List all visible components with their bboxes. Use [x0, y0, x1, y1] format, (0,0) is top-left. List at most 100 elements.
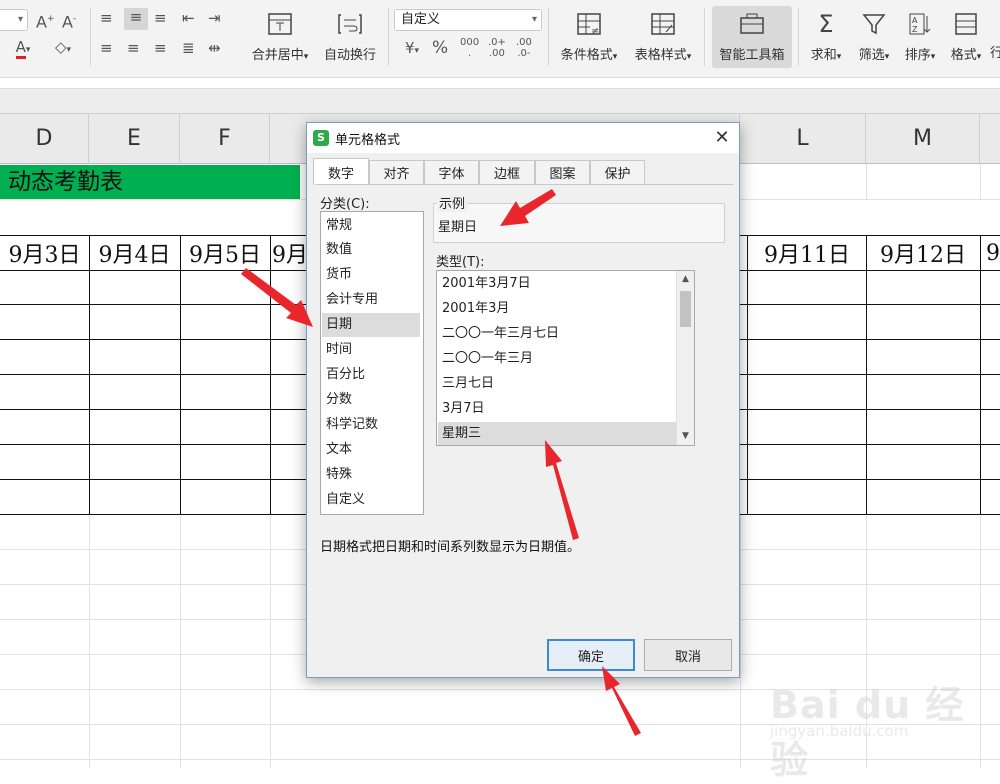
smart-toolbox-label: 智能工具箱	[719, 48, 785, 63]
font-color-icon[interactable]: A▾	[8, 38, 38, 59]
list-item[interactable]: 特殊	[322, 463, 420, 487]
font-size-combo[interactable]: ▾	[0, 9, 28, 31]
gridline	[980, 164, 981, 199]
table-style-label: 表格样式	[634, 48, 687, 63]
tab-font[interactable]: 字体	[424, 160, 479, 184]
font-shrink-icon[interactable]: A-	[62, 10, 76, 31]
svg-text:A: A	[912, 16, 918, 25]
date-cell[interactable]: 9月	[272, 235, 306, 271]
more-label[interactable]: 行	[990, 42, 1000, 61]
divider	[388, 8, 389, 66]
align-bottom-icon[interactable]: ≡	[154, 9, 167, 27]
category-label: 分类(C):	[320, 197, 370, 212]
number-format-combo[interactable]: 自定义 ▾	[394, 9, 542, 31]
column-header-d[interactable]: D	[0, 114, 89, 164]
justify-icon[interactable]: ≣	[182, 39, 195, 57]
list-item[interactable]: 分数	[322, 388, 420, 412]
scrollbar[interactable]: ▲ ▼	[676, 271, 694, 445]
list-item[interactable]: 文本	[322, 438, 420, 462]
wps-logo-icon: S	[313, 130, 329, 146]
type-list[interactable]: 2001年3月7日 2001年3月 二〇〇一年三月七日 二〇〇一年三月 三月七日…	[436, 270, 695, 446]
align-center-icon[interactable]: ≡	[127, 39, 140, 57]
list-item[interactable]: 会计专用	[322, 288, 420, 312]
list-item[interactable]: 三月七日	[438, 372, 676, 396]
decrease-decimal-icon[interactable]: .00.0-	[516, 37, 532, 59]
list-item[interactable]: 二〇〇一年三月	[438, 347, 676, 371]
eraser-icon[interactable]: ◇▾	[48, 38, 78, 59]
column-header-f[interactable]: F	[180, 114, 270, 164]
toolbox-icon	[737, 9, 767, 39]
cancel-button[interactable]: 取消	[644, 639, 732, 671]
wrap-text-button[interactable]: 自动换行	[318, 6, 382, 68]
list-item-selected[interactable]: 星期三	[438, 422, 676, 445]
gridline	[89, 514, 90, 768]
filter-button[interactable]: 筛选▾	[852, 6, 896, 68]
title-cell[interactable]: 动态考勤表	[0, 165, 300, 199]
tab-number[interactable]: 数字	[313, 158, 369, 185]
align-middle-icon[interactable]: ≡	[124, 8, 148, 30]
align-top-icon[interactable]: ≡	[100, 9, 113, 27]
sample-groupbox: 星期日	[433, 203, 725, 243]
date-cell[interactable]: 9	[986, 235, 1000, 271]
list-item[interactable]: 货币	[322, 263, 420, 287]
category-list[interactable]: 常规 数值 货币 会计专用 日期 时间 百分比 分数 科学记数 文本 特殊 自定…	[320, 211, 424, 515]
list-item[interactable]: 百分比	[322, 363, 420, 387]
distribute-icon[interactable]: ⇹	[208, 39, 221, 57]
column-header-m[interactable]: M	[866, 114, 980, 164]
sum-label: 求和	[810, 48, 837, 63]
scrollbar-thumb[interactable]	[680, 291, 691, 327]
chevron-up-icon[interactable]: ▲	[677, 271, 694, 287]
list-item[interactable]: 2001年3月	[438, 297, 676, 321]
column-header-e[interactable]: E	[89, 114, 180, 164]
date-cell[interactable]: 9月11日	[748, 235, 866, 271]
ok-button[interactable]: 确定	[547, 639, 635, 671]
date-cell[interactable]: 9月4日	[89, 235, 180, 271]
smart-toolbox-button[interactable]: 智能工具箱	[712, 6, 792, 68]
sum-button[interactable]: Σ 求和▾	[804, 6, 848, 68]
align-right-icon[interactable]: ≡	[154, 39, 167, 57]
list-item[interactable]: 数值	[322, 238, 420, 262]
table-style-icon	[648, 9, 678, 39]
close-icon[interactable]: ✕	[709, 125, 735, 151]
merge-center-button[interactable]: 合并居中▾	[244, 6, 316, 68]
format-button[interactable]: 格式▾	[944, 6, 988, 68]
list-item[interactable]: 2001年3月7日	[438, 272, 676, 296]
chevron-down-icon: ▾	[531, 14, 537, 25]
tab-protection[interactable]: 保护	[590, 160, 645, 184]
percent-icon[interactable]: %	[432, 39, 448, 57]
list-item-selected[interactable]: 日期	[322, 313, 420, 337]
list-item[interactable]: 常规	[322, 214, 420, 238]
align-left-icon[interactable]: ≡	[100, 39, 113, 57]
formula-bar[interactable]	[0, 88, 1000, 114]
list-item[interactable]: 3月7日	[438, 397, 676, 421]
chevron-down-icon[interactable]: ▼	[677, 428, 694, 444]
table-style-button[interactable]: 表格样式▾	[628, 6, 698, 68]
list-item[interactable]: 自定义	[322, 488, 420, 512]
list-item[interactable]: 二〇〇一年三月七日	[438, 322, 676, 346]
tab-pattern[interactable]: 图案	[535, 160, 590, 184]
conditional-format-button[interactable]: ≠ 条件格式▾	[554, 6, 624, 68]
tab-alignment[interactable]: 对齐	[369, 160, 424, 184]
dialog-title: 单元格格式	[335, 133, 401, 148]
date-cell[interactable]: 9月5日	[180, 235, 270, 271]
sort-button[interactable]: AZ 排序▾	[898, 6, 942, 68]
thousands-icon[interactable]: 000.	[460, 37, 479, 59]
dialog-titlebar[interactable]: S 单元格格式 ✕	[307, 123, 739, 153]
list-item[interactable]: 时间	[322, 338, 420, 362]
increase-decimal-icon[interactable]: .0+ .00	[488, 37, 506, 59]
filter-label: 筛选	[858, 48, 885, 63]
merge-center-label: 合并居中	[251, 48, 304, 63]
tab-border[interactable]: 边框	[479, 160, 535, 184]
list-item[interactable]: 科学记数	[322, 413, 420, 437]
format-grid-icon	[951, 9, 981, 39]
currency-icon[interactable]: ¥▾	[398, 39, 426, 60]
decrease-indent-icon[interactable]: ⇤	[182, 9, 195, 27]
font-grow-icon[interactable]: A+	[36, 10, 55, 31]
divider	[798, 8, 799, 66]
date-cell[interactable]: 9月3日	[0, 235, 89, 271]
column-header-l[interactable]: L	[740, 114, 866, 164]
gridline	[270, 514, 271, 768]
date-cell[interactable]: 9月12日	[866, 235, 980, 271]
increase-indent-icon[interactable]: ⇥	[208, 9, 221, 27]
column-header-n[interactable]	[980, 114, 1000, 164]
